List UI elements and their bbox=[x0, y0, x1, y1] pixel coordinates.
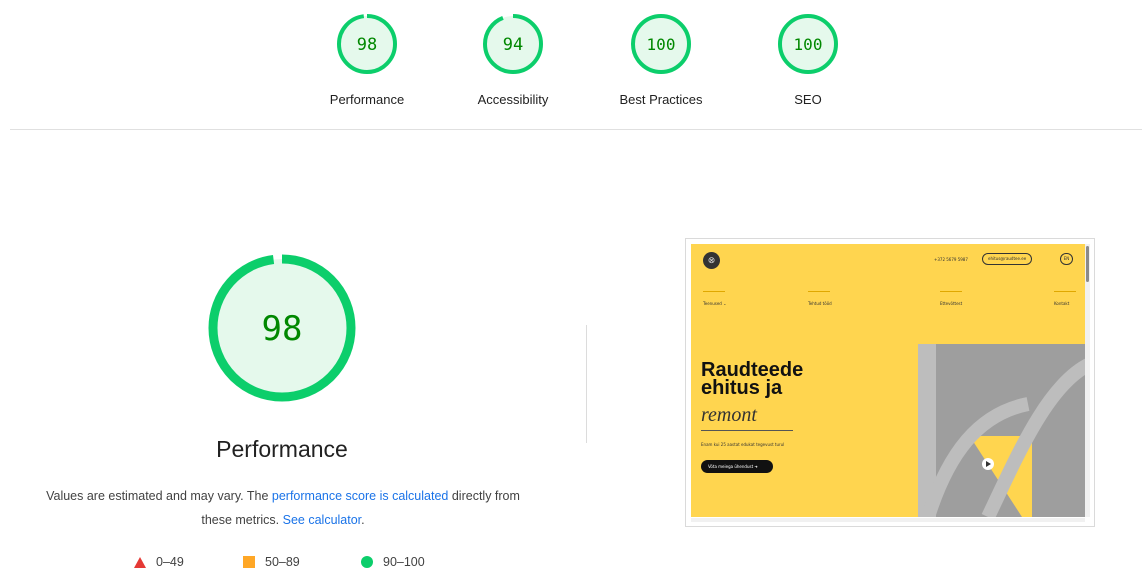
gauge-label: Performance bbox=[329, 92, 405, 107]
final-screenshot[interactable]: ⊗ +372 5679 5987 ehitus@raudtee.ee EN Te… bbox=[685, 238, 1095, 527]
gauge-score: 100 bbox=[794, 35, 823, 54]
gauge-label: Accessibility bbox=[477, 92, 549, 107]
hero-graphic-icon bbox=[918, 344, 1090, 517]
legend-average: 50–89 bbox=[243, 555, 300, 569]
score-ring-icon: 98 bbox=[337, 14, 397, 74]
gauge-best-practices[interactable]: 100 Best Practices bbox=[601, 12, 721, 107]
screenshot-scrollbar bbox=[1085, 244, 1090, 517]
score-ring-icon: 100 bbox=[631, 14, 691, 74]
headline-line: ehitus ja bbox=[701, 377, 783, 399]
screenshot-scroll-thumb bbox=[1086, 246, 1089, 282]
screenshot-phone: +372 5679 5987 bbox=[934, 257, 968, 262]
header-divider bbox=[10, 129, 1142, 130]
screenshot-headline-italic: remont bbox=[701, 404, 757, 426]
gauge-seo[interactable]: 100 SEO bbox=[748, 12, 868, 107]
screenshot-nav-item: Tehtud tööd bbox=[808, 301, 832, 306]
see-calculator-link[interactable]: See calculator bbox=[283, 513, 362, 527]
performance-score: 98 bbox=[262, 309, 303, 349]
screenshot-cta-button: Võta meiega ühendust ➜ bbox=[701, 460, 773, 473]
screenshot-nav-item: Teenused ⌄ bbox=[703, 301, 727, 306]
orange-square-icon bbox=[243, 556, 255, 568]
legend-fail: 0–49 bbox=[134, 555, 184, 569]
performance-description: Values are estimated and may vary. The p… bbox=[40, 484, 526, 532]
rail-logo-icon: ⊗ bbox=[703, 252, 720, 269]
legend-label: 50–89 bbox=[265, 555, 300, 569]
vertical-divider bbox=[586, 325, 587, 443]
description-text: Values are estimated and may vary. The bbox=[46, 489, 272, 503]
screenshot-horizontal-scrollbar bbox=[691, 518, 1085, 522]
performance-score-link[interactable]: performance score is calculated bbox=[272, 489, 448, 503]
screenshot-language: EN bbox=[1060, 253, 1073, 265]
score-ring-icon: 94 bbox=[483, 14, 543, 74]
gauge-score: 98 bbox=[357, 35, 377, 55]
performance-gauge: 98 bbox=[207, 253, 357, 403]
performance-score-ring-icon: 98 bbox=[208, 254, 356, 402]
gauge-accessibility[interactable]: 94 Accessibility bbox=[453, 12, 573, 107]
score-ring-icon: 100 bbox=[778, 14, 838, 74]
screenshot-subtitle: Enam kui 25 aastat edukat tegevust turul bbox=[701, 442, 785, 447]
nav-line bbox=[808, 291, 830, 292]
description-text: . bbox=[361, 513, 365, 527]
screenshot-email: ehitus@raudtee.ee bbox=[982, 253, 1033, 265]
performance-title: Performance bbox=[216, 436, 348, 462]
screenshot-nav-item: Kontakt bbox=[1054, 301, 1070, 306]
screenshot-headline: Raudteede ehitus ja bbox=[701, 360, 803, 399]
green-circle-icon bbox=[361, 556, 373, 568]
nav-line bbox=[1054, 291, 1076, 292]
gauge-score: 94 bbox=[503, 35, 523, 55]
headline-underline bbox=[701, 430, 793, 431]
screenshot-page: ⊗ +372 5679 5987 ehitus@raudtee.ee EN Te… bbox=[691, 244, 1090, 517]
nav-line bbox=[940, 291, 962, 292]
legend-label: 90–100 bbox=[383, 555, 425, 569]
gauge-label: SEO bbox=[794, 92, 822, 107]
nav-line bbox=[703, 291, 725, 292]
legend-label: 0–49 bbox=[156, 555, 184, 569]
gauge-score: 100 bbox=[647, 35, 676, 54]
screenshot-nav-item: Ettevõttest bbox=[940, 301, 963, 306]
gauge-label: Best Practices bbox=[619, 92, 703, 107]
red-triangle-icon bbox=[134, 556, 146, 568]
legend-pass: 90–100 bbox=[361, 555, 425, 569]
gauge-performance[interactable]: 98 Performance bbox=[307, 12, 427, 107]
